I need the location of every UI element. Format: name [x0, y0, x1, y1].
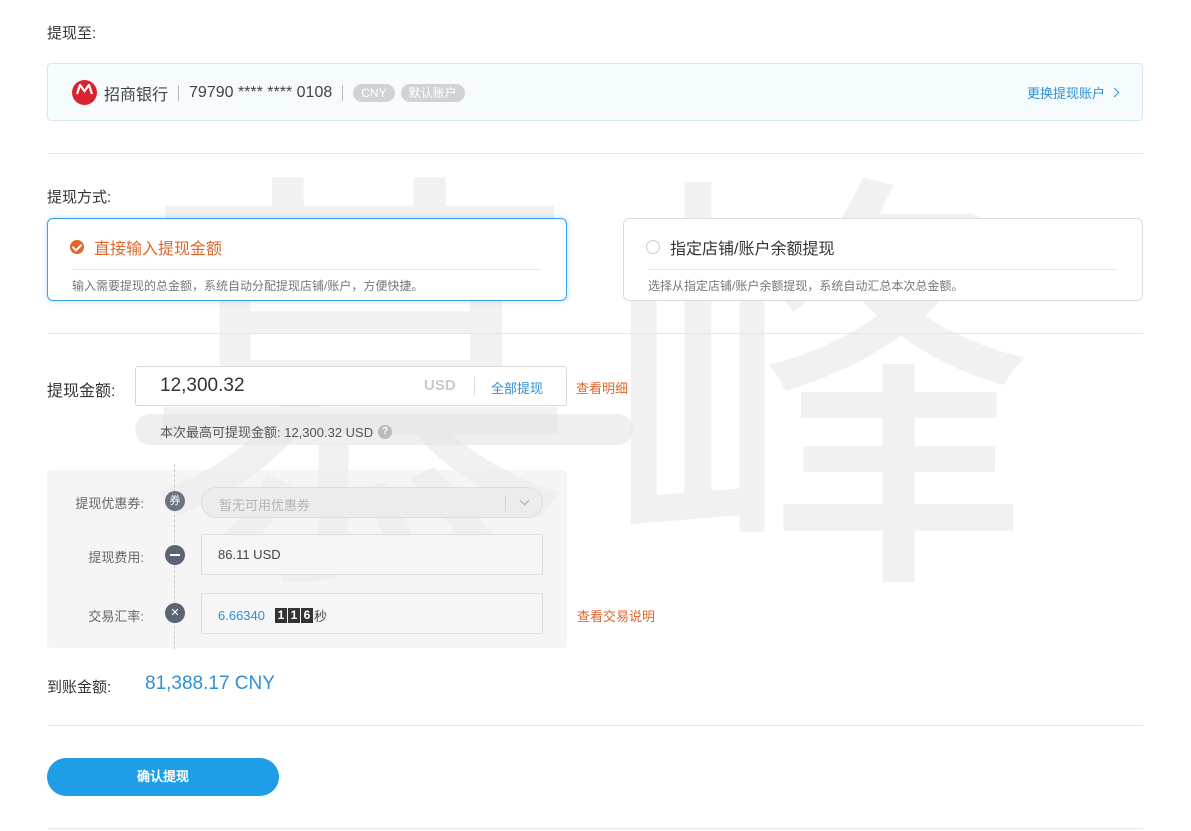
divider: [47, 828, 1143, 829]
confirm-withdraw-button[interactable]: 确认提现: [47, 758, 279, 796]
account-info: 招商银行 79790 **** **** 0108 CNY 默认账户: [104, 82, 471, 104]
bank-logo-icon: [72, 80, 97, 105]
method-label: 提现方式:: [47, 189, 112, 206]
withdraw-to-label: 提现至:: [47, 25, 97, 42]
method-description: 输入需要提现的总金额，系统自动分配提现店铺/账户，方便快捷。: [72, 279, 424, 293]
divider: [178, 85, 180, 101]
method-title-label: 指定店铺/账户余额提现: [670, 241, 835, 258]
change-account-link[interactable]: 更换提现账户: [1026, 83, 1120, 102]
account-card: 招商银行 79790 **** **** 0108 CNY 默认账户 更换提现账…: [47, 63, 1143, 121]
countdown-digit: 1: [288, 608, 300, 623]
radio-icon: [646, 240, 660, 254]
method-title: 直接输入提现金额: [70, 235, 222, 259]
withdraw-all-button[interactable]: 全部提现: [491, 378, 543, 397]
divider: [505, 495, 506, 511]
method-title: 指定店铺/账户余额提现: [646, 235, 834, 259]
account-number: 79790 **** **** 0108: [189, 84, 333, 101]
divider: [342, 85, 344, 101]
rate-field: 6.66340 1 1 6 秒: [201, 593, 543, 634]
method-description: 选择从指定店铺/账户余额提现，系统自动汇总本次总金额。: [648, 279, 964, 293]
minus-icon: [165, 545, 185, 565]
check-circle-icon: [70, 240, 84, 254]
divider: [72, 269, 542, 270]
rate-value: 6.66340: [218, 608, 265, 623]
fee-value: 86.11 USD: [218, 547, 281, 562]
multiply-icon: ✕: [165, 603, 185, 623]
bank-name: 招商银行: [104, 87, 169, 104]
coupon-icon: 券: [165, 491, 185, 511]
divider: [648, 269, 1118, 270]
chevron-down-icon: [519, 495, 530, 506]
method-title-label: 直接输入提现金额: [94, 241, 223, 258]
divider: [47, 725, 1143, 726]
countdown-digit: 1: [275, 608, 287, 623]
divider: [474, 377, 475, 395]
countdown-digit: 6: [301, 608, 313, 623]
change-account-label: 更换提现账户: [1026, 86, 1105, 101]
receive-value: 81,388.17 CNY: [145, 673, 275, 694]
amount-input[interactable]: 12,300.32 USD 全部提现: [135, 366, 567, 406]
method-option-direct-amount[interactable]: 直接输入提现金额 输入需要提现的总金额，系统自动分配提现店铺/账户，方便快捷。: [47, 218, 567, 301]
rate-row: 6.66340 1 1 6 秒: [218, 606, 327, 625]
view-detail-link[interactable]: 查看明细: [576, 378, 628, 397]
amount-value: 12,300.32: [160, 375, 245, 396]
rate-label: 交易汇率:: [88, 609, 144, 624]
coupon-select[interactable]: 暂无可用优惠券: [201, 487, 543, 518]
view-rate-explanation-link[interactable]: 查看交易说明: [577, 606, 655, 625]
max-amount-hint: 本次最高可提现金额: 12,300.32 USD ?: [135, 414, 633, 445]
default-account-tag: 默认账户: [400, 84, 465, 102]
countdown-unit: 秒: [314, 609, 328, 624]
fee-field: 86.11 USD: [201, 534, 543, 575]
method-option-specific-store[interactable]: 指定店铺/账户余额提现 选择从指定店铺/账户余额提现，系统自动汇总本次总金额。: [623, 218, 1143, 301]
max-amount-text: 本次最高可提现金额: 12,300.32 USD: [160, 425, 374, 440]
chevron-right-icon: [1109, 87, 1120, 98]
fee-label: 提现费用:: [88, 550, 144, 565]
amount-label: 提现金额:: [47, 383, 116, 400]
amount-currency: USD: [424, 377, 456, 394]
divider: [47, 333, 1143, 334]
coupon-label: 提现优惠券:: [75, 496, 144, 511]
currency-tag: CNY: [353, 84, 395, 102]
coupon-placeholder: 暂无可用优惠券: [219, 498, 311, 513]
divider: [47, 153, 1143, 154]
question-icon[interactable]: ?: [378, 424, 393, 439]
receive-label: 到账金额:: [47, 679, 112, 696]
